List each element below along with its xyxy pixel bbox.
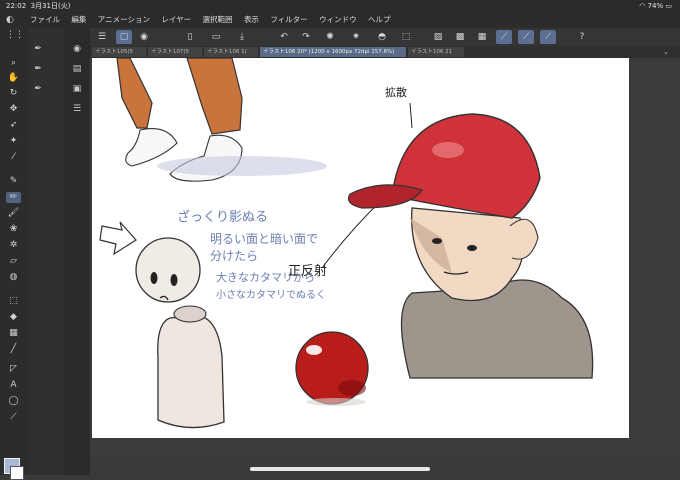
menu-help[interactable]: ヘルプ [368, 15, 391, 24]
undo-icon[interactable]: ↶ [276, 30, 292, 44]
battery-percent: 74% [647, 2, 664, 10]
airbrush-tool-icon[interactable]: ❀ [6, 224, 21, 235]
note-line-1: ざっくり影ぬる [177, 209, 268, 225]
hamburger-menu-icon[interactable]: ☰ [94, 30, 110, 44]
open-folder-icon[interactable]: ▭ [208, 30, 224, 44]
document-tabs: イラスト105(5 イラスト107(5 イラスト106 1( イラスト106 2… [90, 46, 680, 58]
menu-view[interactable]: 表示 [244, 15, 259, 24]
pen-subtool-icon[interactable]: ✒ [31, 44, 45, 55]
tab-document[interactable]: イラスト105(5 [92, 47, 146, 57]
sub-color-swatch[interactable] [10, 466, 24, 480]
menu-window[interactable]: ウィンドウ [319, 15, 357, 24]
settings-icon[interactable]: ✷ [348, 30, 364, 44]
pencil-tool-icon[interactable]: ✏ [6, 192, 21, 203]
help-icon[interactable]: ? [574, 30, 590, 44]
menu-edit[interactable]: 編集 [71, 15, 86, 24]
fill-tool-icon[interactable]: ⬚ [6, 296, 21, 307]
menu-layer[interactable]: レイヤー [161, 15, 191, 24]
annotation-arrow [99, 221, 137, 256]
ruler-tool-icon[interactable]: ⟋ [6, 412, 21, 423]
note-line-2: 明るい面と暗い面で [210, 231, 318, 246]
tab-document[interactable]: イラスト107(5 [148, 47, 202, 57]
move-tool-icon[interactable]: ✥ [6, 104, 21, 115]
property-panel-icon[interactable]: ▣ [70, 84, 84, 95]
zoom-tool-icon[interactable]: ⌕ [6, 58, 21, 69]
tabs-overflow-chevron-icon[interactable]: ⌄ [660, 47, 674, 57]
layer-panel-icon[interactable]: ▤ [70, 64, 84, 75]
navigator-icon[interactable]: ◉ [70, 44, 84, 55]
balloon-tool-icon[interactable]: ◯ [6, 396, 21, 407]
status-right: ◠ 74% ▭ [639, 0, 672, 12]
brush-tool-icon[interactable]: 🖌 [6, 208, 21, 219]
tool-palette: ⋮⋮ ⌕ ✋ ↻ ✥ ➶ ✦ ⁄ ✎ ✏ 🖌 ❀ ✲ ▱ ◍ ⬚ ◆ ▦ ╱ ◸… [0, 28, 28, 480]
save-icon[interactable]: ⤓ [234, 30, 250, 44]
select-all-icon[interactable]: ▨ [430, 30, 446, 44]
eyedropper-icon[interactable]: ⁄ [6, 152, 21, 163]
menu-file[interactable]: ファイル [30, 15, 60, 24]
decoration-tool-icon[interactable]: ✲ [6, 240, 21, 251]
note-line-3: 分けたら [210, 249, 258, 263]
annotation-top: 拡散 [385, 85, 407, 99]
redo-icon[interactable]: ↷ [298, 30, 314, 44]
figure-tool-icon[interactable]: ╱ [6, 344, 21, 355]
battery-icon: ▭ [665, 2, 672, 10]
new-canvas-icon[interactable]: ▢ [116, 30, 132, 44]
status-time: 22:02 [6, 2, 27, 10]
loading-icon[interactable]: ✺ [322, 30, 338, 44]
text-tool-icon[interactable]: A [6, 380, 21, 391]
gradient-tool-icon[interactable]: ▦ [6, 328, 21, 339]
magic-wand-icon[interactable]: ✦ [6, 136, 21, 147]
rotate-tool-icon[interactable]: ↻ [6, 88, 21, 99]
pen-tool-icon[interactable]: ✎ [6, 176, 21, 187]
grip-icon: ⋮⋮ [6, 30, 24, 40]
sub-tool-palette: ✒ ✒ ✒ [28, 28, 65, 475]
menu-animation[interactable]: アニメーション [98, 15, 150, 24]
snap-grid-icon[interactable]: ⟋ [540, 30, 556, 44]
status-bar: 22:02 3月31日(火) ◠ 74% ▭ [0, 0, 680, 12]
note-line-5: 小さなカタマリでぬるく [216, 289, 326, 301]
status-time-date: 22:02 3月31日(火) [6, 0, 70, 12]
menu-selection[interactable]: 選択範囲 [203, 15, 233, 24]
status-date: 3月31日(火) [30, 2, 71, 10]
hand-tool-icon[interactable]: ✋ [6, 73, 21, 84]
operation-tool-icon[interactable]: ➶ [6, 120, 21, 131]
transform-icon[interactable]: ⬚ [398, 30, 414, 44]
side-panel-icons: ◉ ▤ ▣ ☰ [64, 28, 90, 475]
menu-filter[interactable]: フィルター [270, 15, 307, 24]
new-file-icon[interactable]: ▯ [182, 30, 198, 44]
deselect-icon[interactable]: ▩ [452, 30, 468, 44]
legs-sketch [116, 57, 327, 182]
blend-tool-icon[interactable]: ◍ [6, 272, 21, 283]
artwork: ざっくり影ぬる 明るい面と暗い面で 分けたら 大きなカタマリから 小さなカタマリ… [99, 57, 594, 429]
label-reflection: 正反射 [288, 263, 327, 279]
bucket-tool-icon[interactable]: ◆ [6, 312, 21, 323]
app-logo-icon[interactable]: ◐ [6, 15, 18, 25]
command-bar: ☰ ▢ ◉ ▯ ▭ ⤓ ↶ ↷ ✺ ✷ ◓ ⬚ ▨ ▩ ▦ ⟋ ⟋ ⟋ ? [90, 28, 680, 46]
drawing-canvas[interactable]: ざっくり影ぬる 明るい面と暗い面で 分けたら 大きなカタマリから 小さなカタマリ… [92, 57, 629, 438]
list-panel-icon[interactable]: ☰ [70, 104, 84, 115]
record-icon[interactable]: ◉ [136, 30, 152, 44]
frame-tool-icon[interactable]: ◸ [6, 364, 21, 375]
red-sphere [295, 331, 369, 406]
invert-select-icon[interactable]: ▦ [474, 30, 490, 44]
tab-document-active[interactable]: イラスト106 20* (1200 x 1600px 72dpi 157.6%) [260, 47, 406, 57]
pen-subtool-2-icon[interactable]: ✒ [31, 64, 45, 75]
fill-icon[interactable]: ◓ [374, 30, 390, 44]
snap-ruler-icon[interactable]: ⟋ [496, 30, 512, 44]
tab-document[interactable]: イラスト106 21 [408, 47, 464, 57]
eraser-tool-icon[interactable]: ▱ [6, 256, 21, 267]
tab-document[interactable]: イラスト106 1( [204, 47, 258, 57]
menu-bar: ◐ ファイル 編集 アニメーション レイヤー 選択範囲 表示 フィルター ウィン… [0, 12, 680, 28]
pen-subtool-3-icon[interactable]: ✒ [31, 84, 45, 95]
wifi-icon: ◠ [639, 2, 646, 10]
man-portrait [347, 113, 594, 379]
snap-special-ruler-icon[interactable]: ⟋ [518, 30, 534, 44]
home-indicator[interactable] [250, 467, 430, 471]
doll-figure [135, 237, 225, 429]
